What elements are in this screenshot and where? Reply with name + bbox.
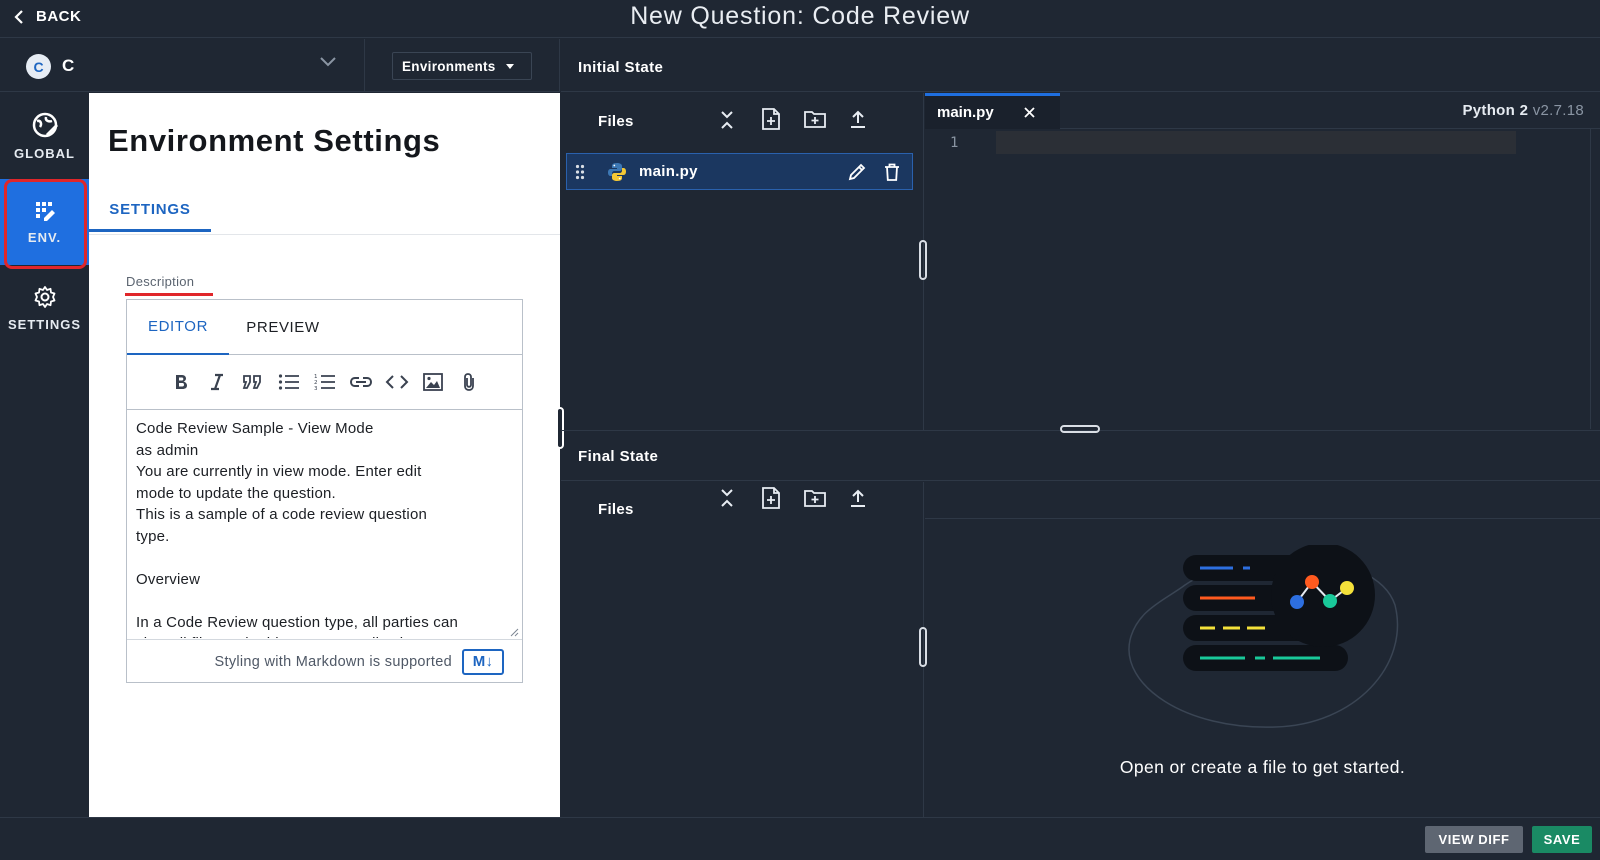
nav-global[interactable]: GLOBAL — [0, 93, 89, 179]
link-icon[interactable] — [349, 370, 373, 394]
description-line: Code Review Sample - View Mode — [136, 420, 374, 437]
files-label: Files — [598, 113, 634, 130]
tab-preview[interactable]: PREVIEW — [233, 300, 333, 355]
empty-state-illustration — [1125, 545, 1405, 735]
code-tab-label: main.py — [937, 104, 994, 121]
save-button[interactable]: SAVE — [1532, 826, 1592, 853]
nav-settings[interactable]: SETTINGS — [0, 265, 89, 351]
environments-dropdown[interactable]: Environments — [392, 52, 532, 80]
empty-state-message: Open or create a file to get started. — [1119, 757, 1406, 777]
file-name: main.py — [639, 163, 698, 180]
nav-global-label: GLOBAL — [14, 145, 75, 161]
page-title: New Question: Code Review — [630, 2, 970, 30]
new-folder-icon[interactable] — [803, 109, 827, 129]
nav-env-label: ENV. — [27, 229, 62, 245]
close-icon[interactable] — [1024, 107, 1035, 118]
pencil-icon[interactable] — [848, 163, 866, 181]
final-state-title: Final State — [578, 448, 659, 465]
upload-icon[interactable] — [849, 109, 867, 129]
code-icon[interactable] — [385, 370, 409, 394]
runtime-version: v2.7.18 — [1532, 102, 1584, 119]
editor-footer: Styling with Markdown is supported M↓ — [127, 639, 522, 683]
description-line: type. — [136, 527, 170, 545]
language-name: C — [62, 56, 75, 75]
environment-settings-panel: Environment Settings SETTINGS Descriptio… — [89, 93, 560, 817]
description-line: In a Code Review question type, all part… — [136, 613, 459, 631]
description-line: mode to update the question. — [136, 484, 336, 502]
bullet-list-icon[interactable] — [277, 370, 301, 394]
divider — [1590, 129, 1591, 429]
bottom-bar — [0, 817, 1600, 860]
highlight-underline — [125, 293, 213, 296]
view-diff-button[interactable]: VIEW DIFF — [1425, 826, 1523, 853]
new-file-icon[interactable] — [761, 486, 781, 510]
markdown-icon: M↓ — [462, 648, 504, 675]
gear-icon — [33, 285, 57, 309]
svg-text:3: 3 — [314, 386, 318, 391]
nav-env[interactable]: ENV. — [0, 179, 89, 265]
image-icon[interactable] — [421, 370, 445, 394]
attachment-icon[interactable] — [457, 370, 481, 394]
tab-main-py[interactable]: main.py — [925, 93, 1060, 129]
description-line — [136, 590, 516, 612]
chevron-down-icon[interactable] — [320, 57, 336, 67]
editor-tabs: EDITOR PREVIEW — [127, 300, 522, 355]
file-item-main-py[interactable]: main.py — [566, 153, 913, 190]
markdown-editor: EDITOR PREVIEW 123 Code Review Sample - … — [126, 299, 523, 683]
grid-edit-icon — [34, 200, 56, 222]
markdown-note: Styling with Markdown is supported — [214, 653, 452, 670]
nav-settings-label: SETTINGS — [7, 316, 81, 332]
initial-state-title: Initial State — [578, 59, 664, 76]
caret-down-icon — [505, 63, 514, 69]
language-badge: C — [26, 54, 51, 79]
environments-label: Environments — [402, 58, 496, 74]
description-line: view all files and add comments. Files i… — [136, 633, 516, 638]
files-resize-handle[interactable] — [919, 240, 927, 280]
language-selector[interactable] — [0, 39, 365, 92]
files-resize-handle[interactable] — [919, 627, 927, 667]
tab-settings[interactable]: SETTINGS — [89, 199, 211, 232]
tab-editor[interactable]: EDITOR — [127, 300, 229, 355]
quote-icon[interactable] — [241, 370, 265, 394]
files-label: Files — [598, 501, 634, 518]
description-line: as admin — [136, 441, 199, 459]
runtime-language: Python 2 — [1462, 102, 1529, 119]
description-label: Description — [126, 274, 195, 289]
initial-files-panel: Files — [561, 93, 924, 430]
runtime-label: Python 2 v2.7.18 — [1462, 102, 1584, 119]
collapse-icon[interactable] — [720, 110, 734, 130]
collapse-icon[interactable] — [720, 488, 734, 508]
trash-icon[interactable] — [884, 163, 900, 181]
resize-handle-icon[interactable] — [509, 627, 519, 637]
new-file-icon[interactable] — [761, 107, 781, 131]
panel-title: Environment Settings — [108, 123, 441, 158]
description-line: This is a sample of a code review questi… — [136, 506, 428, 523]
new-folder-icon[interactable] — [803, 488, 827, 508]
description-textarea[interactable]: Code Review Sample - View Mode as admin Yo… — [136, 418, 516, 638]
final-files-panel: Files — [561, 482, 924, 817]
python-icon — [607, 162, 627, 182]
globe-edit-icon — [32, 112, 58, 138]
description-line — [136, 547, 516, 569]
editor-toolbar: 123 — [127, 355, 522, 410]
drag-handle-icon[interactable] — [575, 164, 585, 180]
final-state-header: Final State — [561, 431, 1600, 481]
upload-icon[interactable] — [849, 488, 867, 508]
divider — [89, 234, 560, 235]
italic-icon[interactable] — [205, 370, 229, 394]
description-line: Overview — [136, 570, 201, 588]
bold-icon[interactable] — [169, 370, 193, 394]
code-editor-active-line[interactable] — [996, 131, 1516, 154]
numbered-list-icon[interactable]: 123 — [313, 370, 337, 394]
line-number: 1 — [950, 135, 959, 151]
editor-tab-bar — [925, 482, 1600, 519]
initial-state-header: Initial State — [561, 39, 1600, 92]
description-line: You are currently in view mode. Enter ed… — [136, 463, 422, 480]
